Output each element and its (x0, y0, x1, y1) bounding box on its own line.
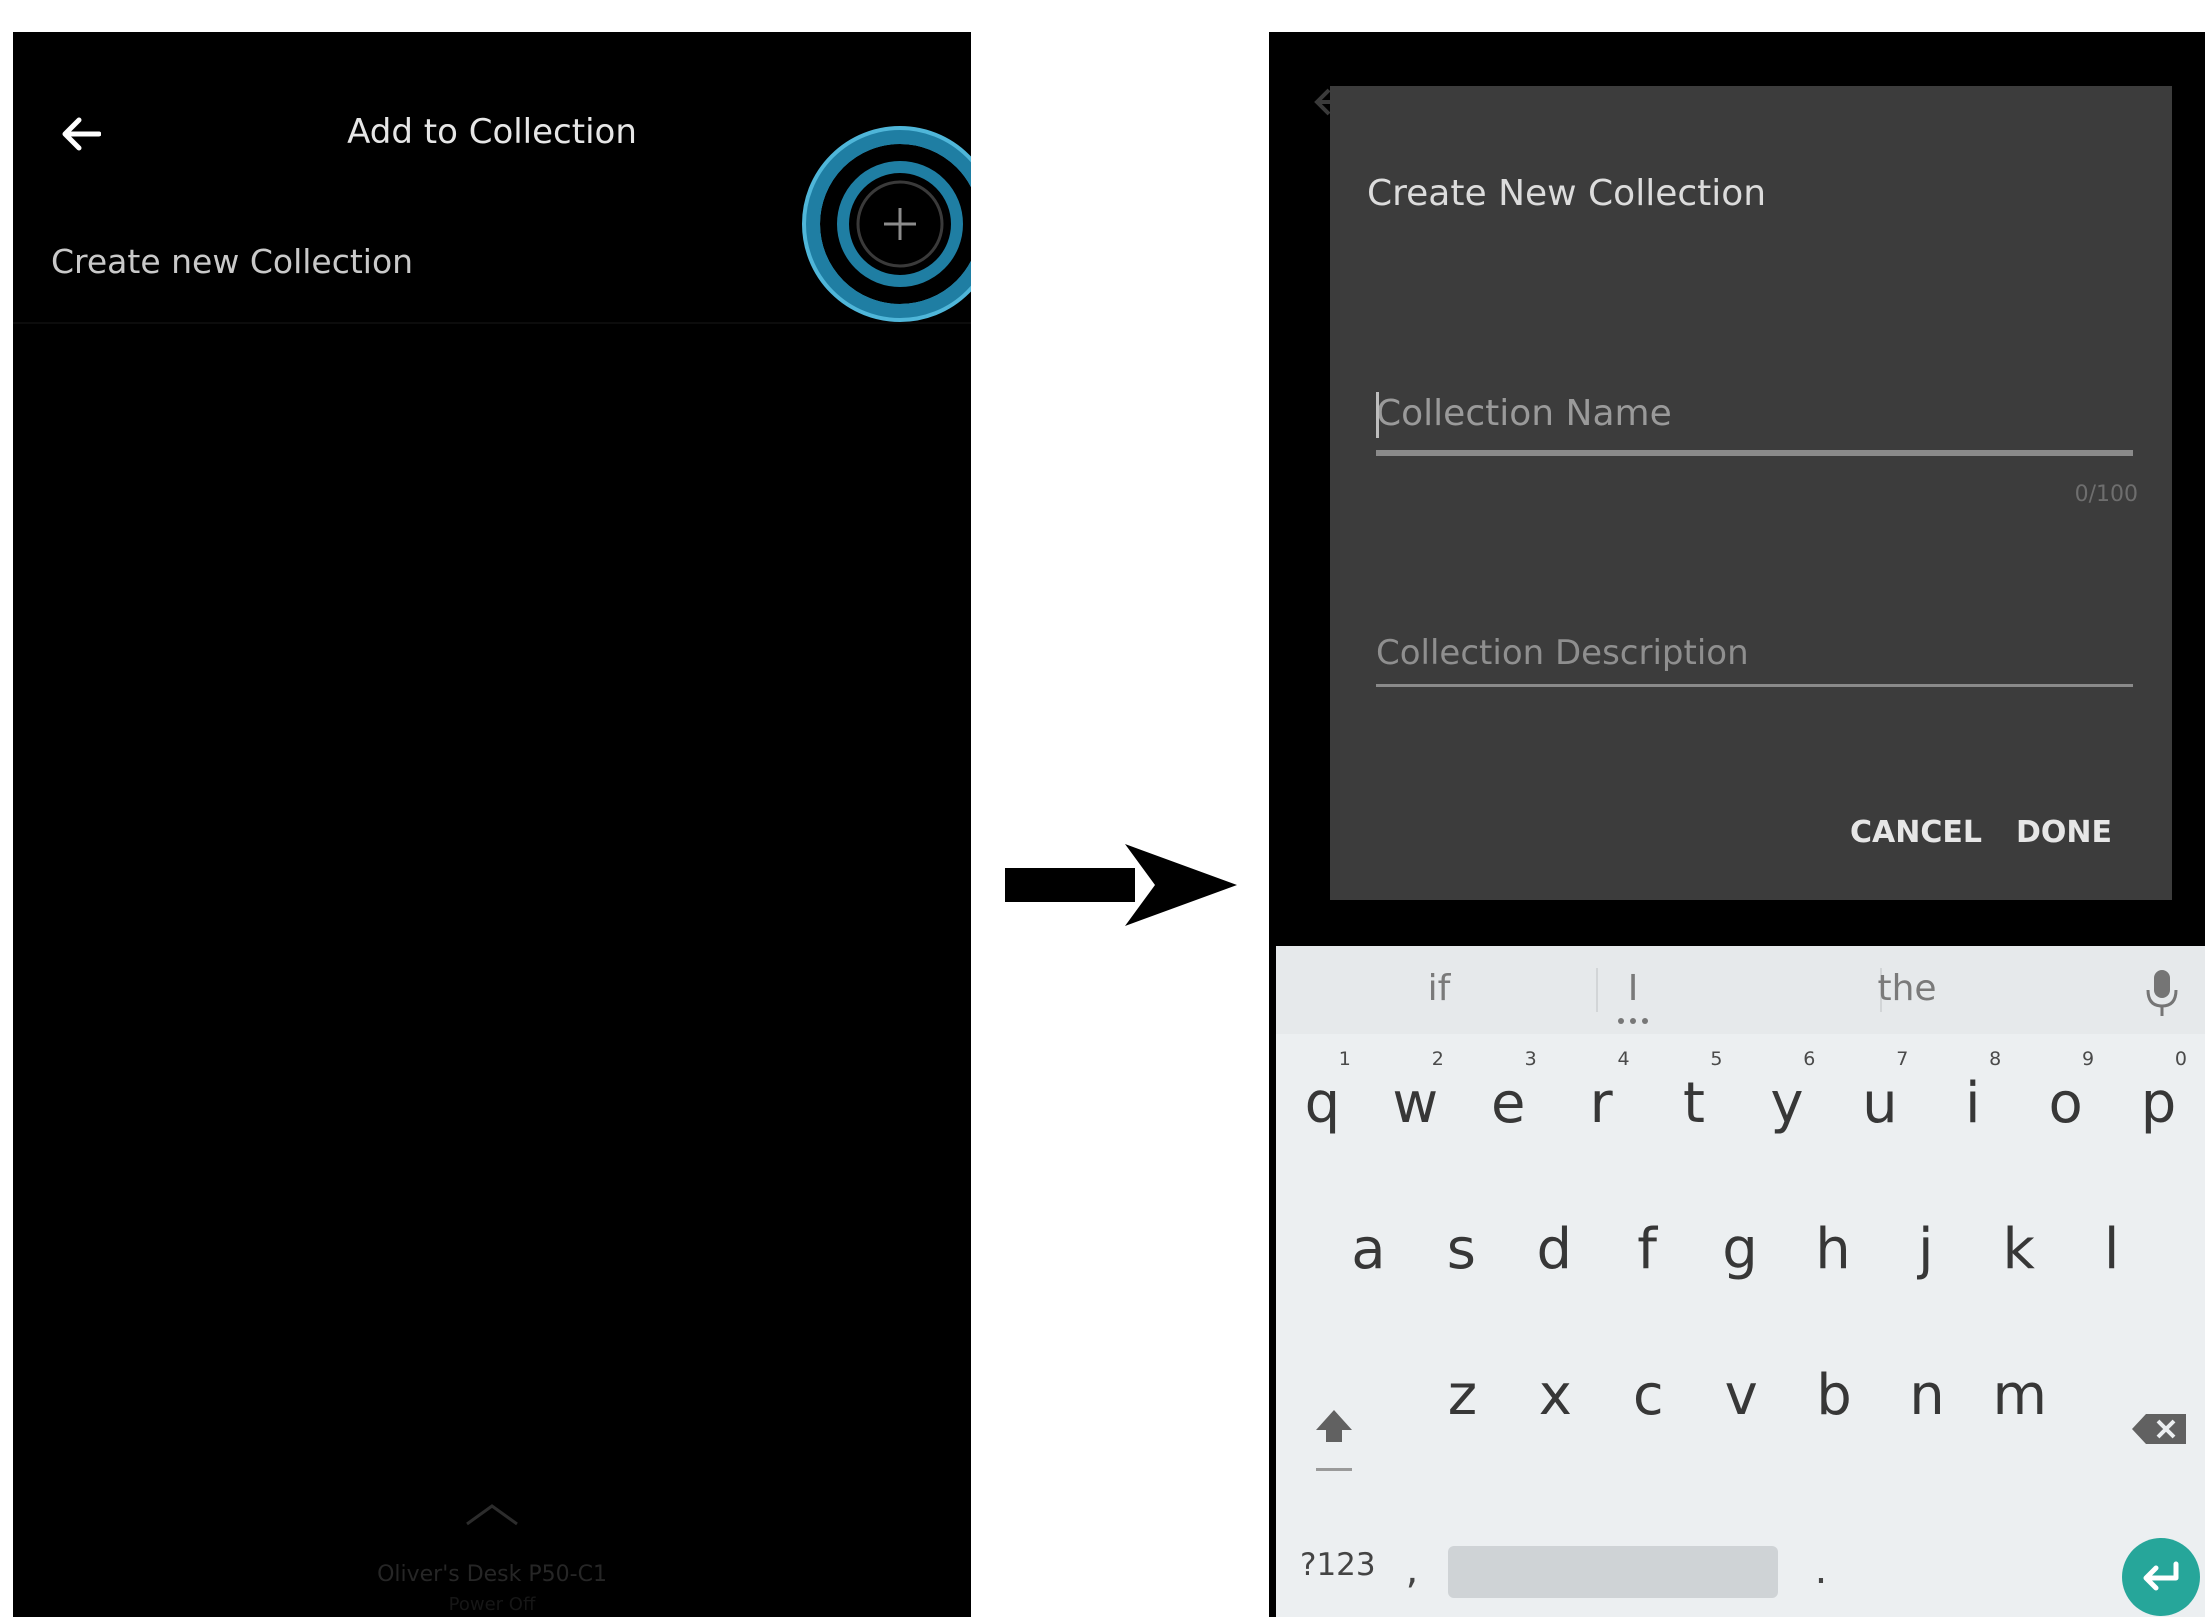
field-underline (1376, 450, 2133, 456)
key-letter: r (1589, 1071, 1613, 1136)
key-letter: y (1770, 1071, 1804, 1136)
key-s[interactable]: s (1415, 1180, 1508, 1320)
add-collection-button[interactable] (800, 124, 971, 324)
key-k[interactable]: k (1972, 1180, 2065, 1320)
collection-name-field[interactable]: Collection Name (1376, 386, 2133, 458)
key-number-hint: 1 (1338, 1048, 1351, 1070)
key-z[interactable]: z (1416, 1326, 1509, 1466)
backspace-key[interactable] (2116, 1374, 2200, 1484)
backspace-icon (2132, 1414, 2186, 1444)
enter-icon (2143, 1561, 2179, 1591)
comma-key[interactable]: , (1382, 1510, 1442, 1617)
key-y[interactable]: y6 (1741, 1034, 1834, 1174)
key-r[interactable]: r4 (1555, 1034, 1648, 1174)
key-u[interactable]: u7 (1833, 1034, 1926, 1174)
key-c[interactable]: c (1602, 1326, 1695, 1466)
key-number-hint: 2 (1431, 1048, 1444, 1070)
key-m[interactable]: m (1973, 1326, 2066, 1466)
character-counter: 0/100 (2074, 482, 2138, 507)
plus-circle-icon (802, 126, 971, 322)
key-number-hint: 9 (2081, 1048, 2095, 1070)
key-x[interactable]: x (1509, 1326, 1602, 1466)
enter-key[interactable] (2122, 1538, 2200, 1616)
key-p[interactable]: p0 (2112, 1034, 2205, 1174)
key-letter: e (1491, 1071, 1526, 1136)
key-letter: p (2140, 1071, 2177, 1136)
collection-description-placeholder: Collection Description (1376, 633, 1749, 673)
period-key[interactable]: . (1788, 1510, 1854, 1617)
key-g[interactable]: g (1694, 1180, 1787, 1320)
create-collection-dialog: Create New Collection Collection Name 0/… (1330, 86, 2172, 900)
arrow-right-icon (1005, 844, 1237, 926)
key-i[interactable]: i8 (1926, 1034, 2019, 1174)
collection-name-placeholder: Collection Name (1376, 393, 1672, 434)
key-f[interactable]: f (1601, 1180, 1694, 1320)
key-a[interactable]: a (1322, 1180, 1415, 1320)
key-n[interactable]: n (1881, 1326, 1974, 1466)
key-d[interactable]: d (1508, 1180, 1601, 1320)
key-letter: t (1683, 1071, 1706, 1136)
device-name: Oliver's Desk P50-C1 (377, 1562, 607, 1587)
key-number-hint: 5 (1710, 1048, 1723, 1070)
key-e[interactable]: e3 (1462, 1034, 1555, 1174)
key-letter: i (1964, 1071, 1981, 1136)
key-number-hint: 8 (1989, 1048, 2002, 1070)
collection-description-field[interactable]: Collection Description (1376, 626, 2133, 688)
left-phone-screen: Add to Collection Create new Collection … (13, 32, 971, 1617)
key-t[interactable]: t5 (1648, 1034, 1741, 1174)
key-q[interactable]: q1 (1276, 1034, 1369, 1174)
key-h[interactable]: h (1787, 1180, 1880, 1320)
text-cursor (1376, 392, 1379, 438)
key-letter: w (1392, 1071, 1439, 1136)
symbols-key[interactable]: ?123 (1286, 1510, 1382, 1617)
soft-keyboard: if I the q1w2e3r4t5y6u7i8o9p0asdfghjklzx… (1276, 946, 2205, 1617)
key-number-hint: 4 (1617, 1048, 1630, 1070)
cancel-button[interactable]: CANCEL (1850, 804, 1982, 862)
create-collection-label: Create new Collection (51, 242, 414, 281)
field-underline (1376, 684, 2133, 687)
key-j[interactable]: j (1879, 1180, 1972, 1320)
key-number-hint: 0 (2174, 1048, 2187, 1070)
right-phone-screen: Create New Collection Collection Name 0/… (1269, 32, 2205, 1617)
done-button[interactable]: DONE (2016, 804, 2112, 862)
shift-icon (1316, 1410, 1352, 1471)
shift-key[interactable] (1292, 1374, 1376, 1484)
key-number-hint: 3 (1524, 1048, 1537, 1070)
chevron-up-icon[interactable] (463, 1500, 521, 1528)
key-v[interactable]: v (1695, 1326, 1788, 1466)
device-status: Power Off (448, 1594, 536, 1615)
key-l[interactable]: l (2065, 1180, 2158, 1320)
key-b[interactable]: b (1788, 1326, 1881, 1466)
key-letter: u (1862, 1071, 1898, 1136)
key-number-hint: 6 (1803, 1048, 1816, 1070)
key-letter: o (2048, 1071, 2083, 1136)
key-letter: q (1304, 1071, 1341, 1136)
key-o[interactable]: o9 (2019, 1034, 2112, 1174)
key-w[interactable]: w2 (1369, 1034, 1462, 1174)
key-number-hint: 7 (1896, 1048, 1909, 1070)
space-key[interactable] (1448, 1546, 1778, 1598)
dialog-title: Create New Collection (1367, 173, 1767, 214)
